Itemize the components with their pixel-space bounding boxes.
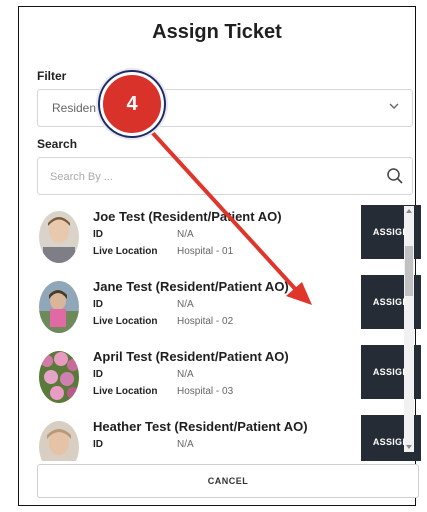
id-label: ID [93,439,103,450]
search-label: Search [37,137,78,151]
cancel-button[interactable]: CANCEL [37,464,419,498]
avatar [39,281,79,333]
user-list: Joe Test (Resident/Patient AO) ID N/A Li… [31,205,421,461]
filter-label: Filter [37,69,67,83]
location-label: Live Location [93,316,158,327]
id-label: ID [93,229,103,240]
user-name: Heather Test (Resident/Patient AO) [93,419,308,434]
list-item: April Test (Resident/Patient AO) ID N/A … [31,345,421,413]
location-label: Live Location [93,246,158,257]
id-label: ID [93,369,103,380]
list-item: Jane Test (Resident/Patient AO) ID N/A L… [31,275,421,343]
avatar [39,211,79,263]
location-value: Hospital - 02 [177,316,234,327]
scroll-thumb[interactable] [405,246,413,296]
location-value: Hospital - 01 [177,246,234,257]
search-icon[interactable] [386,167,404,185]
location-label: Live Location [93,386,158,397]
user-name: April Test (Resident/Patient AO) [93,349,289,364]
search-field [37,157,413,195]
user-name: Joe Test (Resident/Patient AO) [93,209,282,224]
scroll-down-icon[interactable] [406,444,412,450]
scroll-up-icon[interactable] [406,208,412,214]
dialog-title: Assign Ticket [152,21,282,43]
filter-select[interactable]: Resident/Patient [37,89,413,127]
id-value: N/A [177,229,194,240]
id-value: N/A [177,369,194,380]
search-input[interactable] [50,167,370,187]
location-value: Hospital - 03 [177,386,234,397]
id-label: ID [93,299,103,310]
avatar [39,351,79,403]
chevron-down-icon [389,103,399,109]
list-scrollbar[interactable] [404,206,414,452]
list-item: Heather Test (Resident/Patient AO) ID N/… [31,415,421,461]
list-item: Joe Test (Resident/Patient AO) ID N/A Li… [31,205,421,273]
step-badge: 4 [100,72,164,136]
id-value: N/A [177,439,194,450]
assign-ticket-dialog: Assign Ticket Filter Resident/Patient Se… [18,6,421,506]
avatar [39,421,79,461]
user-name: Jane Test (Resident/Patient AO) [93,279,289,294]
id-value: N/A [177,299,194,310]
